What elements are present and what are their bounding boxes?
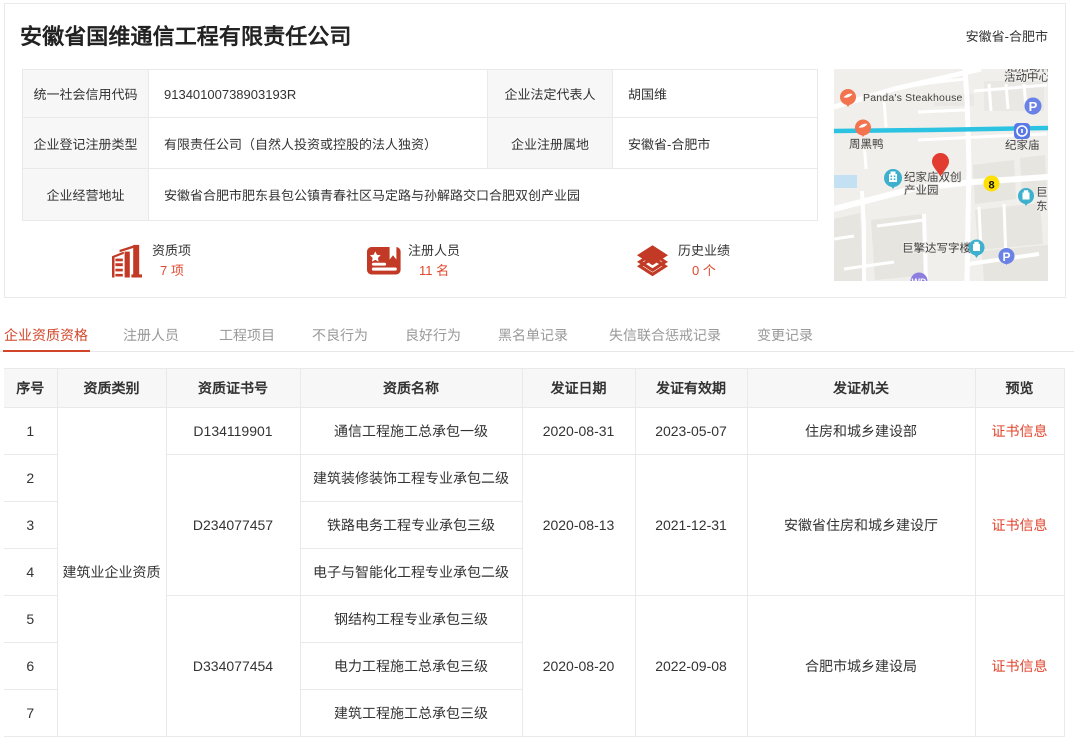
svg-text:纪家庙: 纪家庙 xyxy=(1005,137,1040,153)
svg-text:东: 东 xyxy=(1036,198,1048,214)
svg-text:P: P xyxy=(1002,248,1010,265)
svg-text:P: P xyxy=(1029,96,1038,115)
svg-text:产业园: 产业园 xyxy=(904,182,939,198)
svg-text:周黑鸭: 周黑鸭 xyxy=(849,136,884,152)
svg-text:8: 8 xyxy=(988,177,994,193)
svg-text:巨擎达写字楼: 巨擎达写字楼 xyxy=(902,240,971,256)
svg-text:馆活动样: 馆活动样 xyxy=(1006,69,1048,75)
svg-text:WD: WD xyxy=(912,275,927,281)
svg-text:Panda's Steakhouse: Panda's Steakhouse xyxy=(863,90,963,105)
